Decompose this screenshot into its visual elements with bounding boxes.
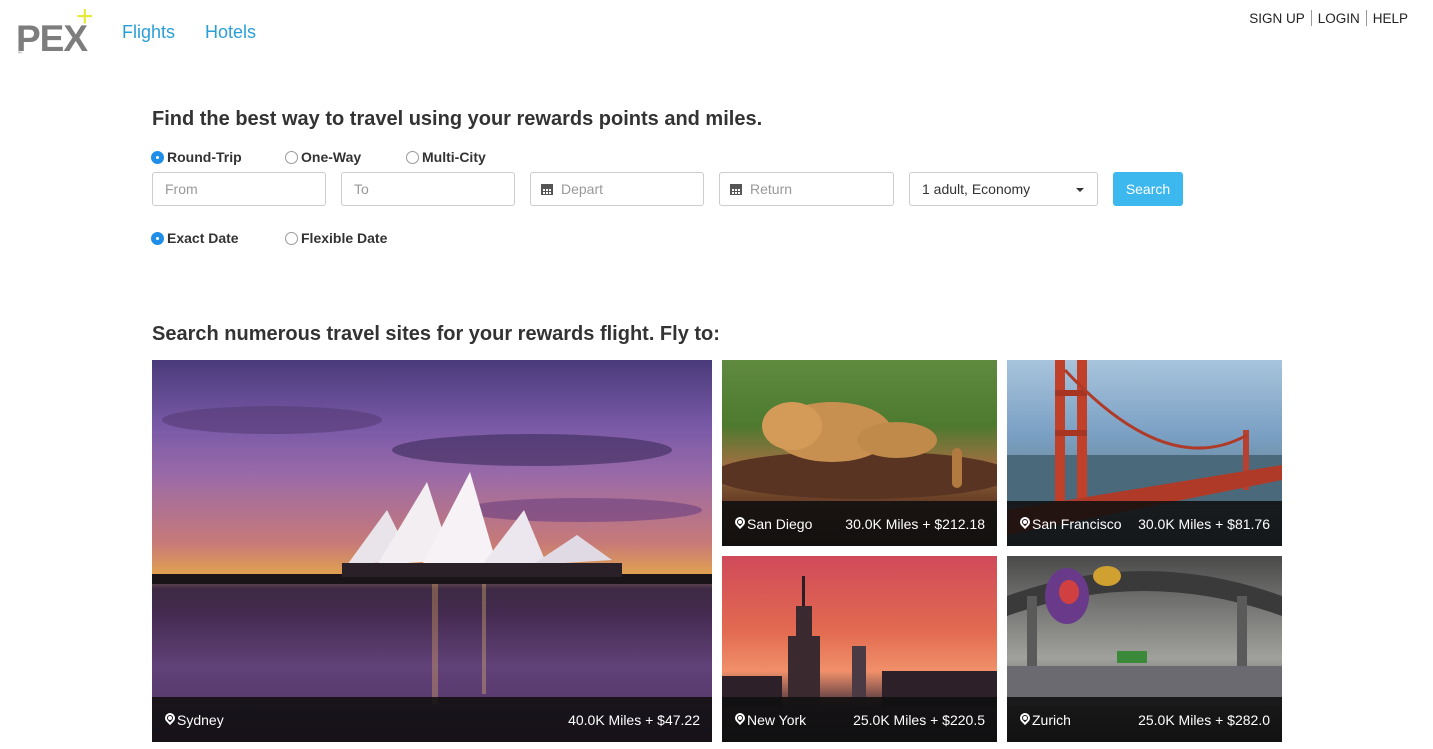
date-mode-group: Exact Date Flexible Date [151,230,387,246]
depart-input[interactable] [561,181,703,197]
radio-label: One-Way [301,149,362,165]
logo-plus-icon: + [76,0,94,33]
destinations-headline: Search numerous travel sites for your re… [152,323,720,345]
destination-city: San Diego [747,515,813,532]
radio-icon [406,150,419,164]
search-button[interactable]: Search [1113,172,1183,206]
destination-price: 30.0K Miles + $212.18 [845,515,985,532]
destination-tile-sydney[interactable]: Sydney 40.0K Miles + $47.22 [152,360,712,742]
nav-hotels[interactable]: Hotels [205,22,256,43]
return-field[interactable] [719,172,894,206]
destination-caption: Zurich 25.0K Miles + $282.0 [1007,697,1282,742]
date-mode-exact[interactable]: Exact Date [151,230,285,246]
destination-tile-san-diego[interactable]: San Diego 30.0K Miles + $212.18 [722,360,997,546]
destination-tile-zurich[interactable]: Zurich 25.0K Miles + $282.0 [1007,556,1282,742]
passengers-select[interactable]: 1 adult, Economy [909,172,1098,206]
radio-icon [285,150,298,164]
radio-label: Multi-City [422,149,486,165]
trip-type-multi-city[interactable]: Multi-City [406,149,486,165]
from-field[interactable] [152,172,326,206]
trip-type-round-trip[interactable]: Round-Trip [151,149,285,165]
nav-flights[interactable]: Flights [122,22,175,43]
map-pin-icon [1020,517,1030,531]
destination-price: 30.0K Miles + $81.76 [1138,515,1270,532]
radio-label: Exact Date [167,230,239,246]
radio-label: Round-Trip [167,149,242,165]
trip-type-one-way[interactable]: One-Way [285,149,406,165]
sign-up-link[interactable]: SIGN UP [1243,11,1311,26]
destination-price: 25.0K Miles + $282.0 [1138,711,1270,728]
chevron-down-icon [1076,188,1084,192]
return-input[interactable] [750,181,893,197]
logo-trademark: ™ [17,51,22,57]
search-headline: Find the best way to travel using your r… [152,108,763,130]
destination-caption: Sydney 40.0K Miles + $47.22 [152,697,712,742]
to-field[interactable] [341,172,515,206]
radio-label: Flexible Date [301,230,388,246]
map-pin-icon [735,517,745,531]
depart-field[interactable] [530,172,704,206]
passengers-value: 1 adult, Economy [922,181,1031,197]
login-link[interactable]: LOGIN [1312,11,1366,26]
help-link[interactable]: HELP [1367,11,1414,26]
radio-selected-icon [151,150,164,164]
destination-caption: San Diego 30.0K Miles + $212.18 [722,501,997,546]
to-input[interactable] [354,181,514,197]
map-pin-icon [1020,713,1030,727]
radio-selected-icon [151,231,164,245]
destination-city: New York [747,711,807,728]
destination-city: San Francisco [1032,515,1122,532]
pex-logo[interactable]: PEX + ™ [16,2,94,60]
from-input[interactable] [165,181,325,197]
destination-caption: San Francisco 30.0K Miles + $81.76 [1007,501,1282,546]
map-pin-icon [165,713,175,727]
map-pin-icon [735,713,745,727]
calendar-icon [541,183,553,195]
trip-type-group: Round-Trip One-Way Multi-City [151,149,486,165]
calendar-icon [730,183,742,195]
destination-city: Zurich [1032,711,1071,728]
radio-icon [285,231,298,245]
destination-tile-san-francisco[interactable]: San Francisco 30.0K Miles + $81.76 [1007,360,1282,546]
destination-price: 40.0K Miles + $47.22 [568,711,700,728]
destination-tile-new-york[interactable]: New York 25.0K Miles + $220.5 [722,556,997,742]
destination-price: 25.0K Miles + $220.5 [853,711,985,728]
destination-caption: New York 25.0K Miles + $220.5 [722,697,997,742]
destination-city: Sydney [177,711,224,728]
date-mode-flexible[interactable]: Flexible Date [285,230,387,246]
account-links: SIGN UP LOGIN HELP [1243,10,1414,26]
sydney-photo [152,406,712,704]
